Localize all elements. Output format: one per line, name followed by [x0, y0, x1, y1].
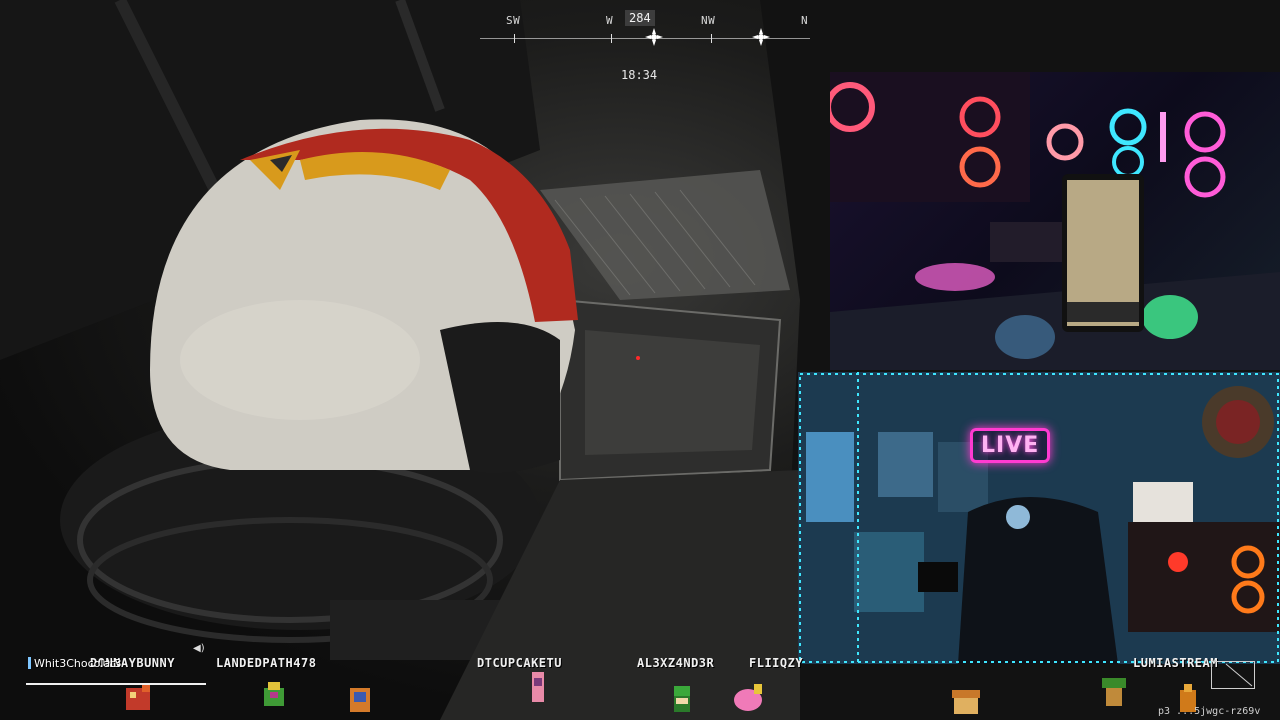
viewer-sprite: [350, 688, 370, 712]
viewer-sprite: [734, 684, 762, 711]
viewer-sprite: [1102, 678, 1126, 706]
session-code: p3 ...5jwgc-rz69v: [1158, 706, 1261, 717]
viewer-bar: DONNAYBUNNY LANDEDPATH478 DTCUPCAKETU AL…: [0, 652, 1280, 720]
chat-user-color-bar: [28, 657, 31, 669]
live-neon-sign: LIVE: [970, 428, 1051, 463]
viewer-sprite: [264, 682, 284, 706]
speaker-icon: ◀): [193, 643, 205, 654]
chat-username-text: Whit3Chocolat3: [34, 657, 122, 670]
viewer-name: DTCUPCAKETU: [477, 656, 562, 670]
compass-tick: [611, 34, 612, 43]
webcam-pc-setup: [830, 72, 1280, 370]
webcam-streamer-room: LIVE: [798, 372, 1280, 664]
compass-label-w: W: [606, 14, 614, 27]
objective-marker-icon: [645, 28, 663, 46]
viewer-sprite: [952, 690, 980, 714]
corner-line: [1225, 663, 1253, 687]
compass-label-nw: NW: [701, 14, 716, 27]
compass-tick: [514, 34, 515, 43]
chat-username: Whit3Chocolat3: [28, 657, 121, 670]
viewer-sprite: [532, 672, 544, 702]
viewer-name: AL3XZ4ND3R: [637, 656, 715, 670]
objective-marker-icon: [752, 28, 770, 46]
compass-heading: 284: [625, 10, 655, 26]
streamer-room-art: [798, 372, 1280, 664]
compass-label-sw: SW: [506, 14, 521, 27]
chat-underline: [26, 683, 206, 685]
game-clock: 18:34: [621, 68, 658, 82]
viewer-sprite: [674, 686, 690, 712]
viewer-sprite: [126, 684, 150, 710]
compass: SW W 284 NW N: [480, 8, 810, 48]
viewer-name: LANDEDPATH478: [216, 656, 317, 670]
overlay-frame-box: [1211, 661, 1255, 689]
compass-label-n: N: [801, 14, 809, 27]
viewer-name: FLIIQZY: [749, 656, 804, 670]
viewer-name: LUMIASTREAM: [1133, 656, 1218, 670]
pc-setup-art: [830, 72, 1280, 370]
compass-tick: [711, 34, 712, 43]
